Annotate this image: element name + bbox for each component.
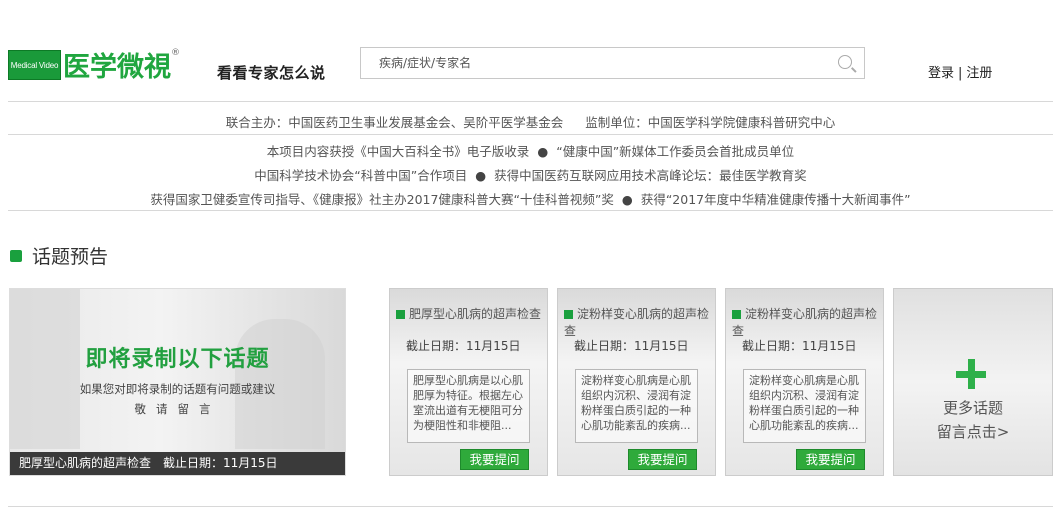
banner-caption: 肥厚型心肌病的超声检查 截止日期：11月15日: [10, 452, 345, 475]
topic-card-deadline: 截止日期：11月15日: [406, 339, 521, 353]
honor-line-1: 本项目内容获授《中国大百科全书》电子版收录 ● “健康中国”新媒体工作委员会首批成员…: [0, 141, 1061, 160]
auth-links: 登录 | 注册: [928, 62, 992, 81]
topic-marker-icon: [732, 310, 741, 319]
upcoming-topic-banner[interactable]: 即将录制以下话题 如果您对即将录制的话题有问题或建议 敬请留言 肥厚型心肌病的超…: [9, 288, 346, 476]
banner-title: 即将录制以下话题: [85, 347, 270, 372]
section-title: 话题预告: [32, 246, 109, 268]
topic-title-text: 肥厚型心肌病的超声检查: [409, 307, 542, 321]
bullet: ●: [621, 192, 633, 207]
honor-text: 获得“2017年度中华精准健康传播十大新闻事件”: [640, 192, 911, 207]
banner-subtitle-2: 敬请留言: [134, 402, 221, 416]
logo-badge: Medical Video: [8, 49, 61, 80]
topic-card-description: 肥厚型心肌病是以心肌肥厚为特征。根据左心室流出道有无梗阻可分为梗阻性和非梗阻..…: [407, 369, 530, 443]
honor-line-3: 获得国家卫健委宣传司指导、《健康报》社主办2017健康科普大赛“十佳科普视频”奖…: [0, 189, 1061, 208]
search-box: [360, 47, 865, 79]
ask-question-button[interactable]: 我要提问: [628, 449, 697, 470]
honor-line-2: 中国科学技术协会“科普中国”合作项目 ● 获得中国医药互联网应用技术高峰论坛：最佳医…: [0, 165, 1061, 184]
honor-text: 本项目内容获授《中国大百科全书》电子版收录: [266, 144, 530, 159]
login-link[interactable]: 登录: [928, 66, 954, 81]
divider: [8, 506, 1053, 507]
topic-card: 淀粉样变心肌病的超声检查 截止日期：11月15日 淀粉样变心肌病是心肌组织内沉积…: [557, 288, 716, 476]
divider: [8, 101, 1053, 102]
divider: [8, 134, 1053, 135]
divider: [8, 210, 1053, 211]
topic-card-description: 淀粉样变心肌病是心肌组织内沉积、浸润有淀粉样蛋白质引起的一种心肌功能紊乱的疾病.…: [575, 369, 698, 443]
search-input[interactable]: [361, 48, 821, 78]
banner-subtitle: 如果您对即将录制的话题有问题或建议: [79, 382, 276, 396]
supervisor-text: 中国医学科学院健康科普研究中心: [647, 115, 836, 130]
section-header: 话题预告: [10, 242, 108, 269]
section-marker-icon: [10, 249, 22, 262]
register-link[interactable]: 注册: [966, 66, 992, 81]
topic-title-text: 淀粉样变心肌病的超声检查: [732, 307, 878, 338]
logo-text: 医学微視: [63, 52, 171, 83]
bullet: ●: [537, 144, 549, 159]
plus-icon: [956, 359, 986, 389]
site-logo[interactable]: Medical Video 医学微視 ®: [8, 45, 180, 84]
honor-text: 获得中国医药互联网应用技术高峰论坛：最佳医学教育奖: [494, 168, 807, 183]
site-slogan: 看看专家怎么说: [217, 64, 326, 82]
topic-card-description: 淀粉样变心肌病是心肌组织内沉积、浸润有淀粉样蛋白质引起的一种心肌功能紊乱的疾病.…: [743, 369, 866, 443]
registered-mark: ®: [171, 47, 180, 58]
topic-card: 淀粉样变心肌病的超声检查 截止日期：11月15日 淀粉样变心肌病是心肌组织内沉积…: [725, 288, 884, 476]
topic-marker-icon: [564, 310, 573, 319]
leave-message-link[interactable]: 留言点击>: [894, 421, 1052, 442]
topic-card: 肥厚型心肌病的超声检查 截止日期：11月15日 肥厚型心肌病是以心肌肥厚为特征。…: [389, 288, 548, 476]
more-topics-label: 更多话题: [942, 399, 1003, 417]
topic-card-title: 肥厚型心肌病的超声检查: [396, 306, 546, 323]
topic-card-title: 淀粉样变心肌病的超声检查: [732, 306, 882, 340]
topic-card-deadline: 截止日期：11月15日: [742, 339, 857, 353]
bullet: ●: [475, 168, 487, 183]
ask-question-button[interactable]: 我要提问: [796, 449, 865, 470]
honor-text: 获得国家卫健委宣传司指导、《健康报》社主办2017健康科普大赛“十佳科普视频”奖: [150, 192, 614, 207]
honor-text: “健康中国”新媒体工作委员会首批成员单位: [556, 144, 795, 159]
organizers-label: 联合主办：: [225, 115, 289, 130]
topic-title-text: 淀粉样变心肌病的超声检查: [564, 307, 710, 338]
search-icon[interactable]: [838, 55, 852, 69]
topic-card-deadline: 截止日期：11月15日: [574, 339, 689, 353]
honor-text: 中国科学技术协会“科普中国”合作项目: [254, 168, 468, 183]
more-topics-card[interactable]: 更多话题 留言点击>: [893, 288, 1053, 476]
topic-marker-icon: [396, 310, 405, 319]
organizer-line: 联合主办：中国医药卫生事业发展基金会、吴阶平医学基金会 监制单位：中国医学科学院健…: [0, 112, 1061, 131]
organizers-text: 中国医药卫生事业发展基金会、吴阶平医学基金会: [288, 115, 564, 130]
auth-separator: |: [958, 66, 963, 81]
supervisor-label: 监制单位：: [585, 115, 648, 130]
ask-question-button[interactable]: 我要提问: [460, 449, 529, 470]
topic-card-title: 淀粉样变心肌病的超声检查: [564, 306, 714, 340]
